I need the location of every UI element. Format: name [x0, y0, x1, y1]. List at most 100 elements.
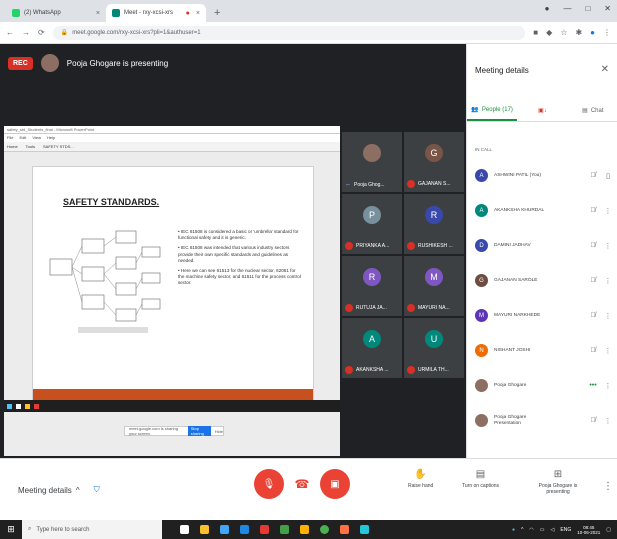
- participant-tile[interactable]: R RUTUJA JA...: [342, 256, 402, 316]
- store-icon[interactable]: [220, 525, 229, 534]
- app-icon[interactable]: [280, 525, 289, 534]
- tile-name: MAYURI NA...: [407, 304, 462, 312]
- close-icon[interactable]: ✕: [601, 64, 609, 75]
- mail-icon[interactable]: [240, 525, 249, 534]
- tab-meet[interactable]: Meet - rxy-xcsi-xrs ● ×: [106, 4, 206, 22]
- avatar: [475, 379, 488, 392]
- more-options-icon[interactable]: ⋮: [604, 277, 612, 285]
- tile-name: AKANKSHA ...: [345, 366, 400, 374]
- new-tab-button[interactable]: +: [206, 7, 228, 22]
- mic-off-icon: [407, 304, 415, 312]
- star-icon[interactable]: ☆: [560, 28, 567, 37]
- avatar: G: [475, 274, 488, 287]
- back-icon[interactable]: ←: [6, 28, 14, 37]
- mic-toggle-button[interactable]: 🎙: [254, 469, 284, 499]
- captions-label: Turn on captions: [462, 483, 500, 489]
- mic-off-icon: [345, 242, 353, 250]
- raise-hand-button[interactable]: ✋ Raise hand: [408, 469, 433, 489]
- participant-tile[interactable]: U URMILA TH...: [404, 318, 464, 378]
- reload-icon[interactable]: ⟳: [38, 28, 45, 37]
- windows-start-icon[interactable]: ⊞: [0, 524, 22, 535]
- tab-attendance[interactable]: ▣↓: [517, 100, 567, 121]
- list-item[interactable]: A AKANKSHA KHURDAL 🎙̸ ⋮: [467, 193, 617, 228]
- more-options-icon[interactable]: ⋮: [604, 207, 612, 215]
- clock[interactable]: 08:45 10-06-2021: [577, 525, 600, 535]
- pin-icon[interactable]: ▯: [604, 172, 612, 180]
- task-view-icon[interactable]: [180, 525, 189, 534]
- list-item[interactable]: D DAMINI JADHAV 🎙̸ ⋮: [467, 228, 617, 263]
- tab-whatsapp[interactable]: (2) WhatsApp ×: [6, 4, 106, 22]
- avatar: [363, 144, 381, 162]
- list-item[interactable]: N NISHANT JOSHI 🎙̸ ⋮: [467, 333, 617, 368]
- tile-name: RUSHIKESH ...: [407, 242, 462, 250]
- participant-tile[interactable]: R RUSHIKESH ...: [404, 194, 464, 254]
- leave-call-button[interactable]: ☎: [287, 469, 317, 499]
- participant-tile[interactable]: M MAYURI NA...: [404, 256, 464, 316]
- more-options-icon[interactable]: ⋮: [604, 347, 612, 355]
- toolbar-icons: ■ ◆ ☆ ✱ ● ⋮: [533, 28, 611, 37]
- list-item[interactable]: Pooja Ghogare Presentation 🎙̸ ⋮: [467, 403, 617, 438]
- camera-toggle-button[interactable]: ▣: [320, 469, 350, 499]
- captions-button[interactable]: ▤ Turn on captions: [462, 469, 499, 489]
- clock-date: 10-06-2021: [577, 529, 601, 535]
- tab-chat[interactable]: ▤ Chat: [568, 100, 617, 121]
- app-icon[interactable]: [300, 525, 309, 534]
- shared-window-title: safety_std_Students_final - Microsoft Po…: [4, 126, 340, 134]
- more-options-icon[interactable]: ⋮: [604, 382, 612, 390]
- wifi-icon[interactable]: ◠: [529, 527, 533, 533]
- app-icon[interactable]: [360, 525, 369, 534]
- windows-taskbar: ⊞ ⌕ Type here to search ● ^ ◠ ▭ ◁ ENG 08…: [0, 520, 617, 539]
- url-field[interactable]: 🔒 meet.google.com/rxy-xcsi-xrs?pli=1&aut…: [52, 25, 526, 40]
- profile-icon[interactable]: ●: [590, 28, 595, 37]
- chevron-up-icon[interactable]: ^: [521, 527, 523, 533]
- volume-icon[interactable]: ◁: [551, 527, 555, 533]
- app-icon[interactable]: [340, 525, 349, 534]
- forward-icon[interactable]: →: [22, 28, 30, 37]
- battery-icon[interactable]: ▭: [540, 527, 545, 533]
- participant-tile[interactable]: ⇔ Pooja Ghog...: [342, 132, 402, 192]
- account-icon[interactable]: ●: [545, 4, 550, 13]
- camera-icon[interactable]: ■: [533, 28, 538, 37]
- stop-sharing-button[interactable]: Stop sharing: [187, 426, 211, 436]
- tray-app-icon[interactable]: ●: [512, 527, 515, 533]
- more-options-button[interactable]: ⋮: [603, 481, 613, 492]
- more-options-icon[interactable]: ⋮: [604, 242, 612, 250]
- close-icon[interactable]: ×: [196, 10, 200, 17]
- close-icon[interactable]: ×: [96, 10, 100, 17]
- browser-tab-bar: (2) WhatsApp × Meet - rxy-xcsi-xrs ● × +…: [0, 0, 617, 22]
- file-explorer-icon[interactable]: [200, 525, 209, 534]
- list-item[interactable]: G GAJANAN SAROLE 🎙̸ ⋮: [467, 263, 617, 298]
- more-options-icon[interactable]: ⋮: [604, 417, 612, 425]
- maximize-icon[interactable]: □: [585, 4, 590, 13]
- minimize-icon[interactable]: —: [563, 4, 571, 13]
- hide-button[interactable]: Hide: [215, 429, 223, 434]
- participant-tile[interactable]: A AKANKSHA ...: [342, 318, 402, 378]
- close-window-icon[interactable]: ✕: [604, 4, 611, 13]
- slide-bullets: • IEC 61508 is considered a basic or 'um…: [178, 229, 303, 291]
- present-button[interactable]: ⊞ Pooja Ghogare is presenting: [532, 469, 584, 495]
- notification-icon[interactable]: ▢: [606, 527, 611, 533]
- chrome-icon[interactable]: [320, 525, 329, 534]
- tab-people[interactable]: 👥 People (17): [467, 100, 518, 121]
- language-label[interactable]: ENG: [560, 527, 571, 533]
- system-tray: ● ^ ◠ ▭ ◁ ENG 08:45 10-06-2021 ▢: [512, 525, 617, 535]
- menu-icon[interactable]: ⋮: [603, 28, 611, 37]
- participant-tile[interactable]: P PRIYANKA A...: [342, 194, 402, 254]
- app-icon[interactable]: [260, 525, 269, 534]
- list-item[interactable]: M MAYURI NARKHEDE 🎙̸ ⋮: [467, 298, 617, 333]
- extension-icon[interactable]: ◆: [546, 28, 552, 37]
- participant-tile[interactable]: G GAJANAN S...: [404, 132, 464, 192]
- list-item[interactable]: Pooja Ghogare ••• ⋮: [467, 368, 617, 403]
- camera-off-icon: ▣: [330, 478, 340, 490]
- app-icon: [34, 403, 39, 409]
- taskbar-search[interactable]: ⌕ Type here to search: [22, 520, 162, 539]
- puzzle-icon[interactable]: ✱: [575, 28, 582, 37]
- list-item[interactable]: A ASHWINI PATIL (You) 🎙̸ ▯: [467, 158, 617, 193]
- presenting-bar: REC Pooja Ghogare is presenting: [8, 54, 168, 72]
- hand-icon: ✋: [414, 469, 427, 480]
- mic-on-icon: •••: [589, 382, 597, 389]
- more-options-icon[interactable]: ⋮: [604, 312, 612, 320]
- raise-hand-label: Raise hand: [408, 483, 434, 489]
- taskbar-apps: [180, 525, 369, 534]
- meeting-details-button[interactable]: Meeting details ^ ⛉: [18, 485, 100, 495]
